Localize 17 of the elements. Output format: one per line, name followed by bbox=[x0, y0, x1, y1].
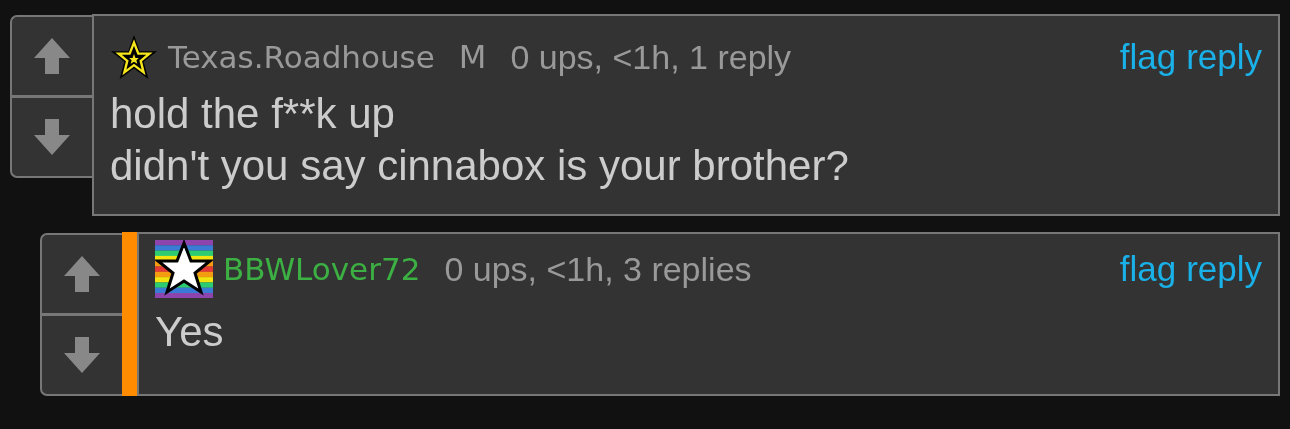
down-arrow-icon bbox=[32, 117, 72, 157]
user-tag: M bbox=[458, 38, 487, 76]
rainbow-star-icon bbox=[155, 240, 213, 298]
star-icon bbox=[110, 33, 158, 81]
up-arrow-icon bbox=[62, 254, 102, 294]
comment-text: Yes bbox=[155, 307, 225, 357]
comment-meta: 0 ups, <1h, 3 replies bbox=[444, 249, 752, 289]
flag-link[interactable]: flag bbox=[1119, 249, 1177, 289]
flag-link[interactable]: flag bbox=[1119, 37, 1177, 77]
comment-meta: 0 ups, <1h, 1 reply bbox=[510, 37, 792, 77]
down-arrow-icon bbox=[62, 335, 102, 375]
username[interactable]: Texas.Roadhouse bbox=[168, 39, 435, 75]
up-arrow-icon bbox=[32, 36, 72, 76]
reply-link[interactable]: reply bbox=[1186, 37, 1262, 77]
username[interactable]: BBWLover72 bbox=[223, 251, 421, 287]
comment-text: hold the f**k up didn't you say cinnabox is your brother? bbox=[110, 89, 850, 191]
reply-link[interactable]: reply bbox=[1186, 249, 1262, 289]
